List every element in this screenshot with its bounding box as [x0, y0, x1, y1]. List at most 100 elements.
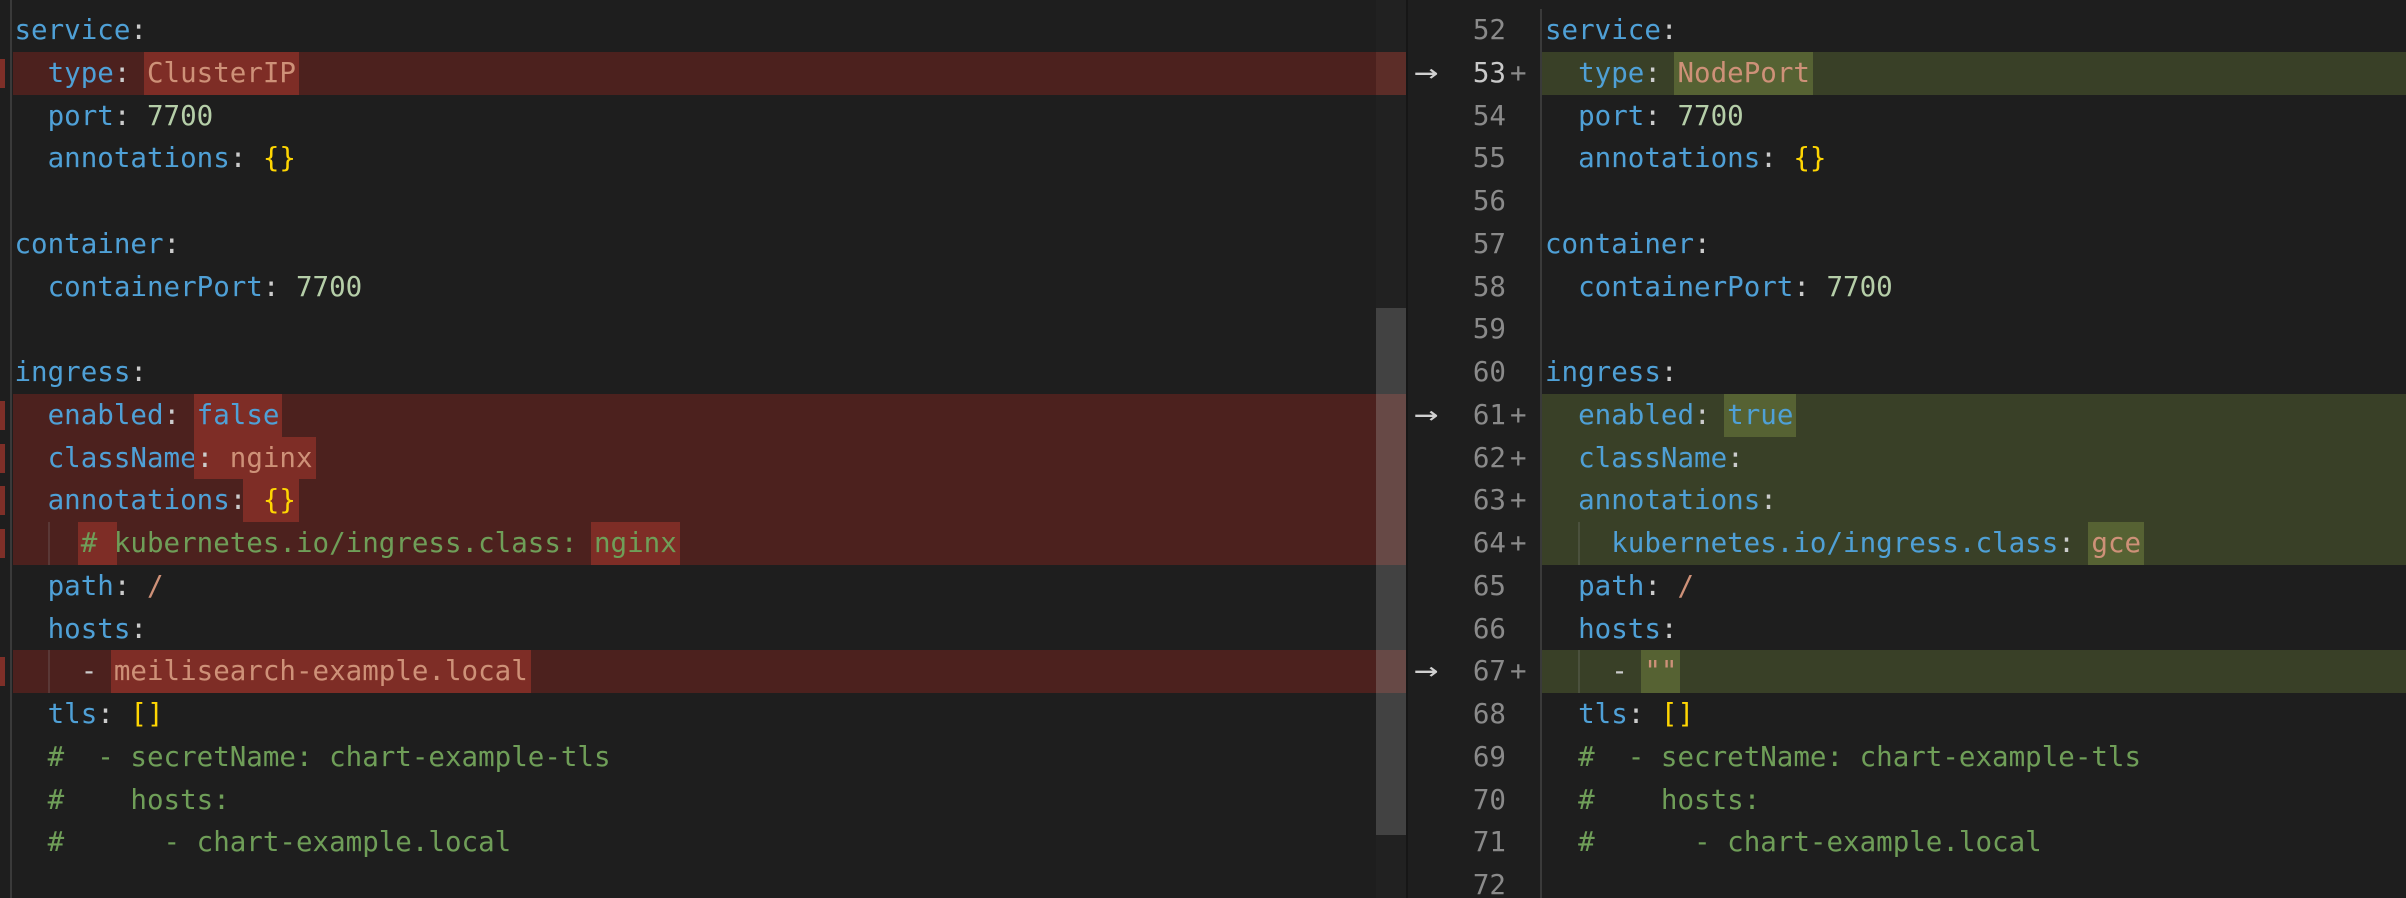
code-line[interactable]: 60 ingress: [1406, 351, 2406, 394]
code-line[interactable]: enabled: false [0, 393, 1406, 437]
code-line-content[interactable]: # - secretName: chart-example-tls [1542, 736, 2406, 779]
code-line-content[interactable]: hosts: [1542, 608, 2406, 651]
code-line[interactable]: 65 path: / [1406, 564, 2406, 608]
code-line-content[interactable]: path: / [1542, 565, 2406, 608]
line-number[interactable]: 66 [1473, 608, 1506, 651]
modified-pane[interactable]: 52 service: → 53 + type: NodePort 54 port: 77… [1406, 0, 2406, 898]
code-line[interactable]: path: / [0, 565, 1406, 608]
code-line[interactable]: 72 [1406, 864, 2406, 898]
code-line[interactable] [0, 308, 1406, 351]
line-number[interactable]: 53 [1473, 52, 1506, 95]
line-number[interactable]: 55 [1473, 137, 1506, 180]
code-line-content[interactable]: - meilisearch-example.local [13, 650, 1376, 694]
code-line[interactable]: type: ClusterIP [0, 51, 1406, 95]
code-line-content[interactable]: ingress: [13, 351, 1376, 394]
code-line-content[interactable]: enabled: true [1542, 393, 2406, 437]
line-number[interactable]: 56 [1473, 180, 1506, 223]
code-line-content[interactable]: kubernetes.io/ingress.class: gce [1542, 522, 2406, 565]
code-line[interactable]: annotations: {} [0, 137, 1406, 180]
code-line-content[interactable]: # hosts: [13, 779, 1376, 822]
code-line[interactable]: 54 port: 7700 [1406, 94, 2406, 138]
code-line[interactable] [0, 180, 1406, 223]
code-line-content[interactable]: - "" [1542, 650, 2406, 694]
code-line[interactable]: container: [0, 223, 1406, 266]
code-line[interactable]: # - secretName: chart-example-tls [0, 736, 1406, 779]
line-number[interactable]: 59 [1473, 308, 1506, 351]
code-line-content[interactable]: className: nginx [13, 436, 1376, 480]
line-number[interactable]: 64 [1473, 522, 1506, 565]
code-line[interactable]: 55 annotations: {} [1406, 137, 2406, 180]
code-line[interactable]: className: nginx [0, 436, 1406, 480]
code-line-content[interactable]: # - chart-example.local [1542, 821, 2406, 864]
code-line[interactable]: # hosts: [0, 779, 1406, 822]
code-line[interactable]: service: [0, 9, 1406, 52]
code-line-content[interactable] [1542, 308, 2406, 351]
line-number[interactable]: 71 [1473, 821, 1506, 864]
line-number[interactable]: 65 [1473, 565, 1506, 608]
original-pane[interactable]: service: type: ClusterIP port: 7700 anno… [0, 0, 1406, 898]
code-line[interactable]: tls: [] [0, 693, 1406, 736]
code-line[interactable]: 69 # - secretName: chart-example-tls [1406, 735, 2406, 779]
code-line[interactable]: → 53 + type: NodePort [1406, 51, 2406, 95]
line-number[interactable]: 67 [1473, 650, 1506, 693]
code-line-content[interactable]: # hosts: [1542, 779, 2406, 822]
code-line-content[interactable]: container: [13, 223, 1376, 266]
code-line-content[interactable]: annotations: {} [1542, 137, 2406, 180]
code-line[interactable]: 58 containerPort: 7700 [1406, 265, 2406, 309]
code-line[interactable]: port: 7700 [0, 95, 1406, 138]
code-line-content[interactable]: # kubernetes.io/ingress.class: nginx [13, 522, 1376, 565]
code-line-content[interactable] [1542, 180, 2406, 223]
code-line[interactable]: containerPort: 7700 [0, 266, 1406, 309]
code-line-content[interactable]: path: / [13, 565, 1376, 608]
code-line-content[interactable]: # - chart-example.local [13, 821, 1376, 864]
code-line[interactable]: 70 # hosts: [1406, 778, 2406, 822]
line-number[interactable]: 69 [1473, 736, 1506, 779]
code-line[interactable]: → 67 + - "" [1406, 650, 2406, 694]
code-line[interactable]: 52 service: [1406, 9, 2406, 52]
code-line-content[interactable]: annotations: {} [13, 137, 1376, 180]
code-line[interactable]: ingress: [0, 351, 1406, 394]
code-line[interactable]: 56 [1406, 180, 2406, 223]
line-number[interactable]: 72 [1473, 864, 1506, 898]
code-line-content[interactable] [13, 864, 1376, 898]
line-number[interactable]: 63 [1473, 479, 1506, 522]
code-line[interactable]: # - chart-example.local [0, 821, 1406, 864]
code-line-content[interactable]: service: [13, 9, 1376, 52]
code-line[interactable]: 62 + className: [1406, 436, 2406, 480]
line-number[interactable]: 61 [1473, 394, 1506, 437]
code-line-content[interactable]: container: [1542, 223, 2406, 266]
code-line[interactable]: 64 + kubernetes.io/ingress.class: gce [1406, 522, 2406, 565]
line-number[interactable]: 52 [1473, 9, 1506, 52]
code-line[interactable]: 71 # - chart-example.local [1406, 821, 2406, 864]
code-line[interactable]: 59 [1406, 308, 2406, 351]
code-line-content[interactable]: tls: [] [13, 693, 1376, 736]
code-line-content[interactable]: port: 7700 [1542, 95, 2406, 138]
code-line-content[interactable] [13, 308, 1376, 351]
code-line-content[interactable]: className: [1542, 436, 2406, 480]
code-line-content[interactable]: tls: [] [1542, 693, 2406, 736]
code-line-content[interactable]: containerPort: 7700 [13, 266, 1376, 309]
code-line-content[interactable]: annotations: [1542, 479, 2406, 522]
line-number[interactable]: 70 [1473, 779, 1506, 822]
scrollbar-thumb[interactable] [1376, 308, 1406, 835]
code-line[interactable]: # kubernetes.io/ingress.class: nginx [0, 522, 1406, 565]
line-number[interactable]: 57 [1473, 223, 1506, 266]
code-line-content[interactable]: annotations: {} [13, 479, 1376, 523]
code-line-content[interactable]: hosts: [13, 608, 1376, 651]
code-line[interactable]: 66 hosts: [1406, 607, 2406, 651]
code-line-content[interactable]: ingress: [1542, 351, 2406, 394]
code-line[interactable]: 68 tls: [] [1406, 693, 2406, 736]
code-line-content[interactable]: containerPort: 7700 [1542, 266, 2406, 309]
code-line[interactable]: - meilisearch-example.local [0, 650, 1406, 694]
line-number[interactable]: 54 [1473, 95, 1506, 138]
code-line-content[interactable]: enabled: false [13, 393, 1376, 437]
line-number[interactable]: 60 [1473, 351, 1506, 394]
code-line-content[interactable] [1542, 864, 2406, 898]
line-number[interactable]: 68 [1473, 693, 1506, 736]
code-line[interactable] [0, 864, 1406, 898]
code-line-content[interactable]: type: NodePort [1542, 51, 2406, 95]
code-line-content[interactable]: service: [1542, 9, 2406, 52]
line-number[interactable]: 58 [1473, 266, 1506, 309]
code-line[interactable]: annotations: {} [0, 479, 1406, 523]
code-line-content[interactable]: type: ClusterIP [13, 51, 1376, 95]
